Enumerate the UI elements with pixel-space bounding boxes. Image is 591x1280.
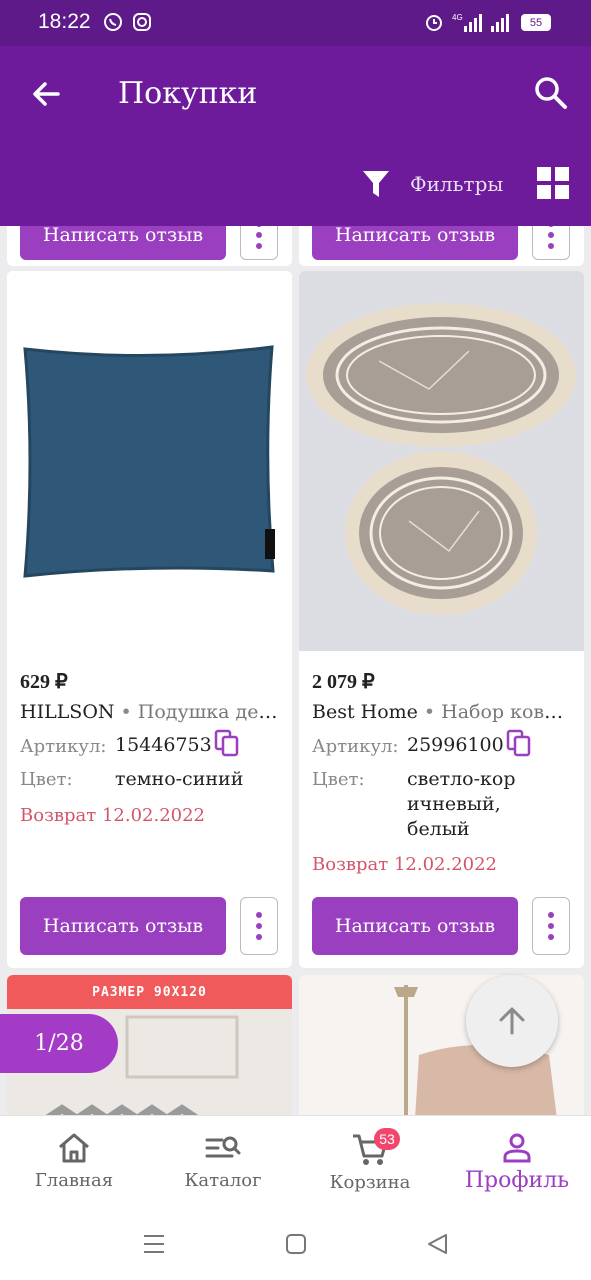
signal-4g-icon: 4G bbox=[452, 13, 482, 32]
recent-apps-icon[interactable] bbox=[143, 1232, 165, 1256]
more-options-button[interactable] bbox=[532, 897, 570, 955]
filter-funnel-icon bbox=[363, 171, 389, 197]
color-value-line: ичневый, bbox=[407, 793, 501, 815]
battery-icon: 55 bbox=[521, 14, 551, 31]
product-card-partial: Написать отзыв bbox=[299, 226, 584, 266]
grid-view-icon[interactable] bbox=[537, 167, 569, 199]
copy-icon[interactable] bbox=[214, 729, 240, 757]
product-price: 629 ₽ bbox=[20, 671, 68, 693]
write-review-button[interactable]: Написать отзыв bbox=[20, 226, 226, 260]
page-counter-text: 1/28 bbox=[34, 1031, 84, 1056]
write-review-button[interactable]: Написать отзыв bbox=[20, 897, 226, 955]
write-review-label: Написать отзыв bbox=[42, 915, 204, 937]
home-icon bbox=[59, 1133, 89, 1163]
product-brand: Best Home bbox=[312, 701, 418, 723]
more-options-button[interactable] bbox=[240, 897, 278, 955]
tab-profile[interactable]: Профиль bbox=[462, 1116, 572, 1211]
cart-badge: 53 bbox=[374, 1128, 400, 1150]
product-image-banner: РАЗМЕР 90Х120 bbox=[7, 975, 292, 1009]
tab-label: Главная bbox=[34, 1170, 114, 1191]
color-value-line: белый bbox=[407, 818, 470, 840]
alarm-icon bbox=[426, 15, 442, 31]
color-label: Цвет: bbox=[312, 769, 365, 790]
back-nav-icon[interactable] bbox=[426, 1232, 448, 1256]
product-image[interactable] bbox=[299, 271, 584, 651]
system-nav-bar bbox=[0, 1210, 591, 1280]
return-date: Возврат 12.02.2022 bbox=[312, 854, 498, 875]
app-bar: Покупки Фильтры bbox=[0, 46, 591, 226]
more-dots-icon bbox=[256, 912, 262, 940]
filters-button[interactable]: Фильтры bbox=[362, 166, 503, 202]
product-title[interactable]: Best Home•Набор ковриков bbox=[312, 701, 572, 723]
arrow-up-icon bbox=[499, 1007, 525, 1035]
color-label: Цвет: bbox=[20, 769, 73, 790]
battery-level: 55 bbox=[529, 16, 543, 29]
filters-label: Фильтры bbox=[410, 172, 504, 196]
color-value: светло-кор ичневый, белый bbox=[407, 767, 516, 842]
separator-dot: • bbox=[120, 701, 132, 723]
scroll-to-top-button[interactable] bbox=[466, 975, 558, 1067]
tab-home[interactable]: Главная bbox=[28, 1116, 120, 1211]
whatsapp-icon bbox=[104, 13, 122, 31]
instagram-icon bbox=[133, 13, 151, 31]
home-nav-icon[interactable] bbox=[285, 1232, 307, 1256]
write-review-button[interactable]: Написать отзыв bbox=[312, 226, 518, 260]
page-title: Покупки bbox=[118, 76, 258, 111]
article-value: 25996100 bbox=[407, 734, 504, 756]
product-card[interactable]: 2 079 ₽ Best Home•Набор ковриков Артикул… bbox=[299, 271, 584, 968]
search-icon[interactable] bbox=[530, 72, 572, 114]
tab-catalog[interactable]: Каталог bbox=[175, 1116, 271, 1211]
rugs-image bbox=[306, 303, 576, 615]
product-brand: HILLSON bbox=[20, 701, 115, 723]
profile-icon bbox=[503, 1133, 531, 1163]
tab-label: Каталог bbox=[184, 1170, 262, 1191]
tab-label: Профиль bbox=[464, 1168, 570, 1193]
product-image[interactable] bbox=[7, 271, 292, 651]
return-date: Возврат 12.02.2022 bbox=[20, 805, 206, 826]
tab-label: Корзина bbox=[329, 1172, 411, 1193]
signal-icon bbox=[491, 14, 509, 32]
more-options-button[interactable] bbox=[240, 226, 278, 260]
more-dots-icon bbox=[256, 226, 262, 249]
back-arrow-icon[interactable] bbox=[26, 74, 66, 114]
status-time: 18:22 bbox=[38, 10, 91, 33]
banner-text: РАЗМЕР 90Х120 bbox=[92, 984, 207, 1000]
product-name: Подушка декоративная bbox=[137, 701, 280, 723]
product-name: Набор ковриков bbox=[441, 701, 572, 723]
page-counter: 1/28 bbox=[0, 1014, 118, 1073]
copy-icon[interactable] bbox=[506, 729, 532, 757]
more-options-button[interactable] bbox=[532, 226, 570, 260]
product-card[interactable]: 629 ₽ HILLSON•Подушка декоративная Артик… bbox=[7, 271, 292, 968]
status-bar: 18:22 4G 55 bbox=[0, 0, 591, 46]
more-dots-icon bbox=[548, 226, 554, 249]
article-label: Артикул: bbox=[20, 736, 107, 757]
color-value-line: светло-кор bbox=[407, 768, 516, 790]
tab-cart[interactable]: 53 Корзина bbox=[322, 1116, 418, 1211]
pillow-image bbox=[23, 345, 275, 578]
bottom-tab-bar: Главная Каталог 53 Корзина Профиль bbox=[0, 1115, 591, 1210]
write-review-button[interactable]: Написать отзыв bbox=[312, 897, 518, 955]
article-value: 15446753 bbox=[115, 734, 212, 756]
catalog-search-icon bbox=[205, 1136, 241, 1158]
separator-dot: • bbox=[423, 701, 436, 723]
more-dots-icon bbox=[548, 912, 554, 940]
product-title[interactable]: HILLSON•Подушка декоративная bbox=[20, 701, 280, 723]
write-review-label: Написать отзыв bbox=[42, 226, 204, 246]
product-card-partial: Написать отзыв bbox=[7, 226, 292, 266]
write-review-label: Написать отзыв bbox=[334, 226, 496, 246]
article-label: Артикул: bbox=[312, 736, 399, 757]
color-value: темно-синий bbox=[115, 768, 244, 790]
write-review-label: Написать отзыв bbox=[334, 915, 496, 937]
product-price: 2 079 ₽ bbox=[312, 671, 375, 693]
network-label: 4G bbox=[452, 13, 463, 22]
